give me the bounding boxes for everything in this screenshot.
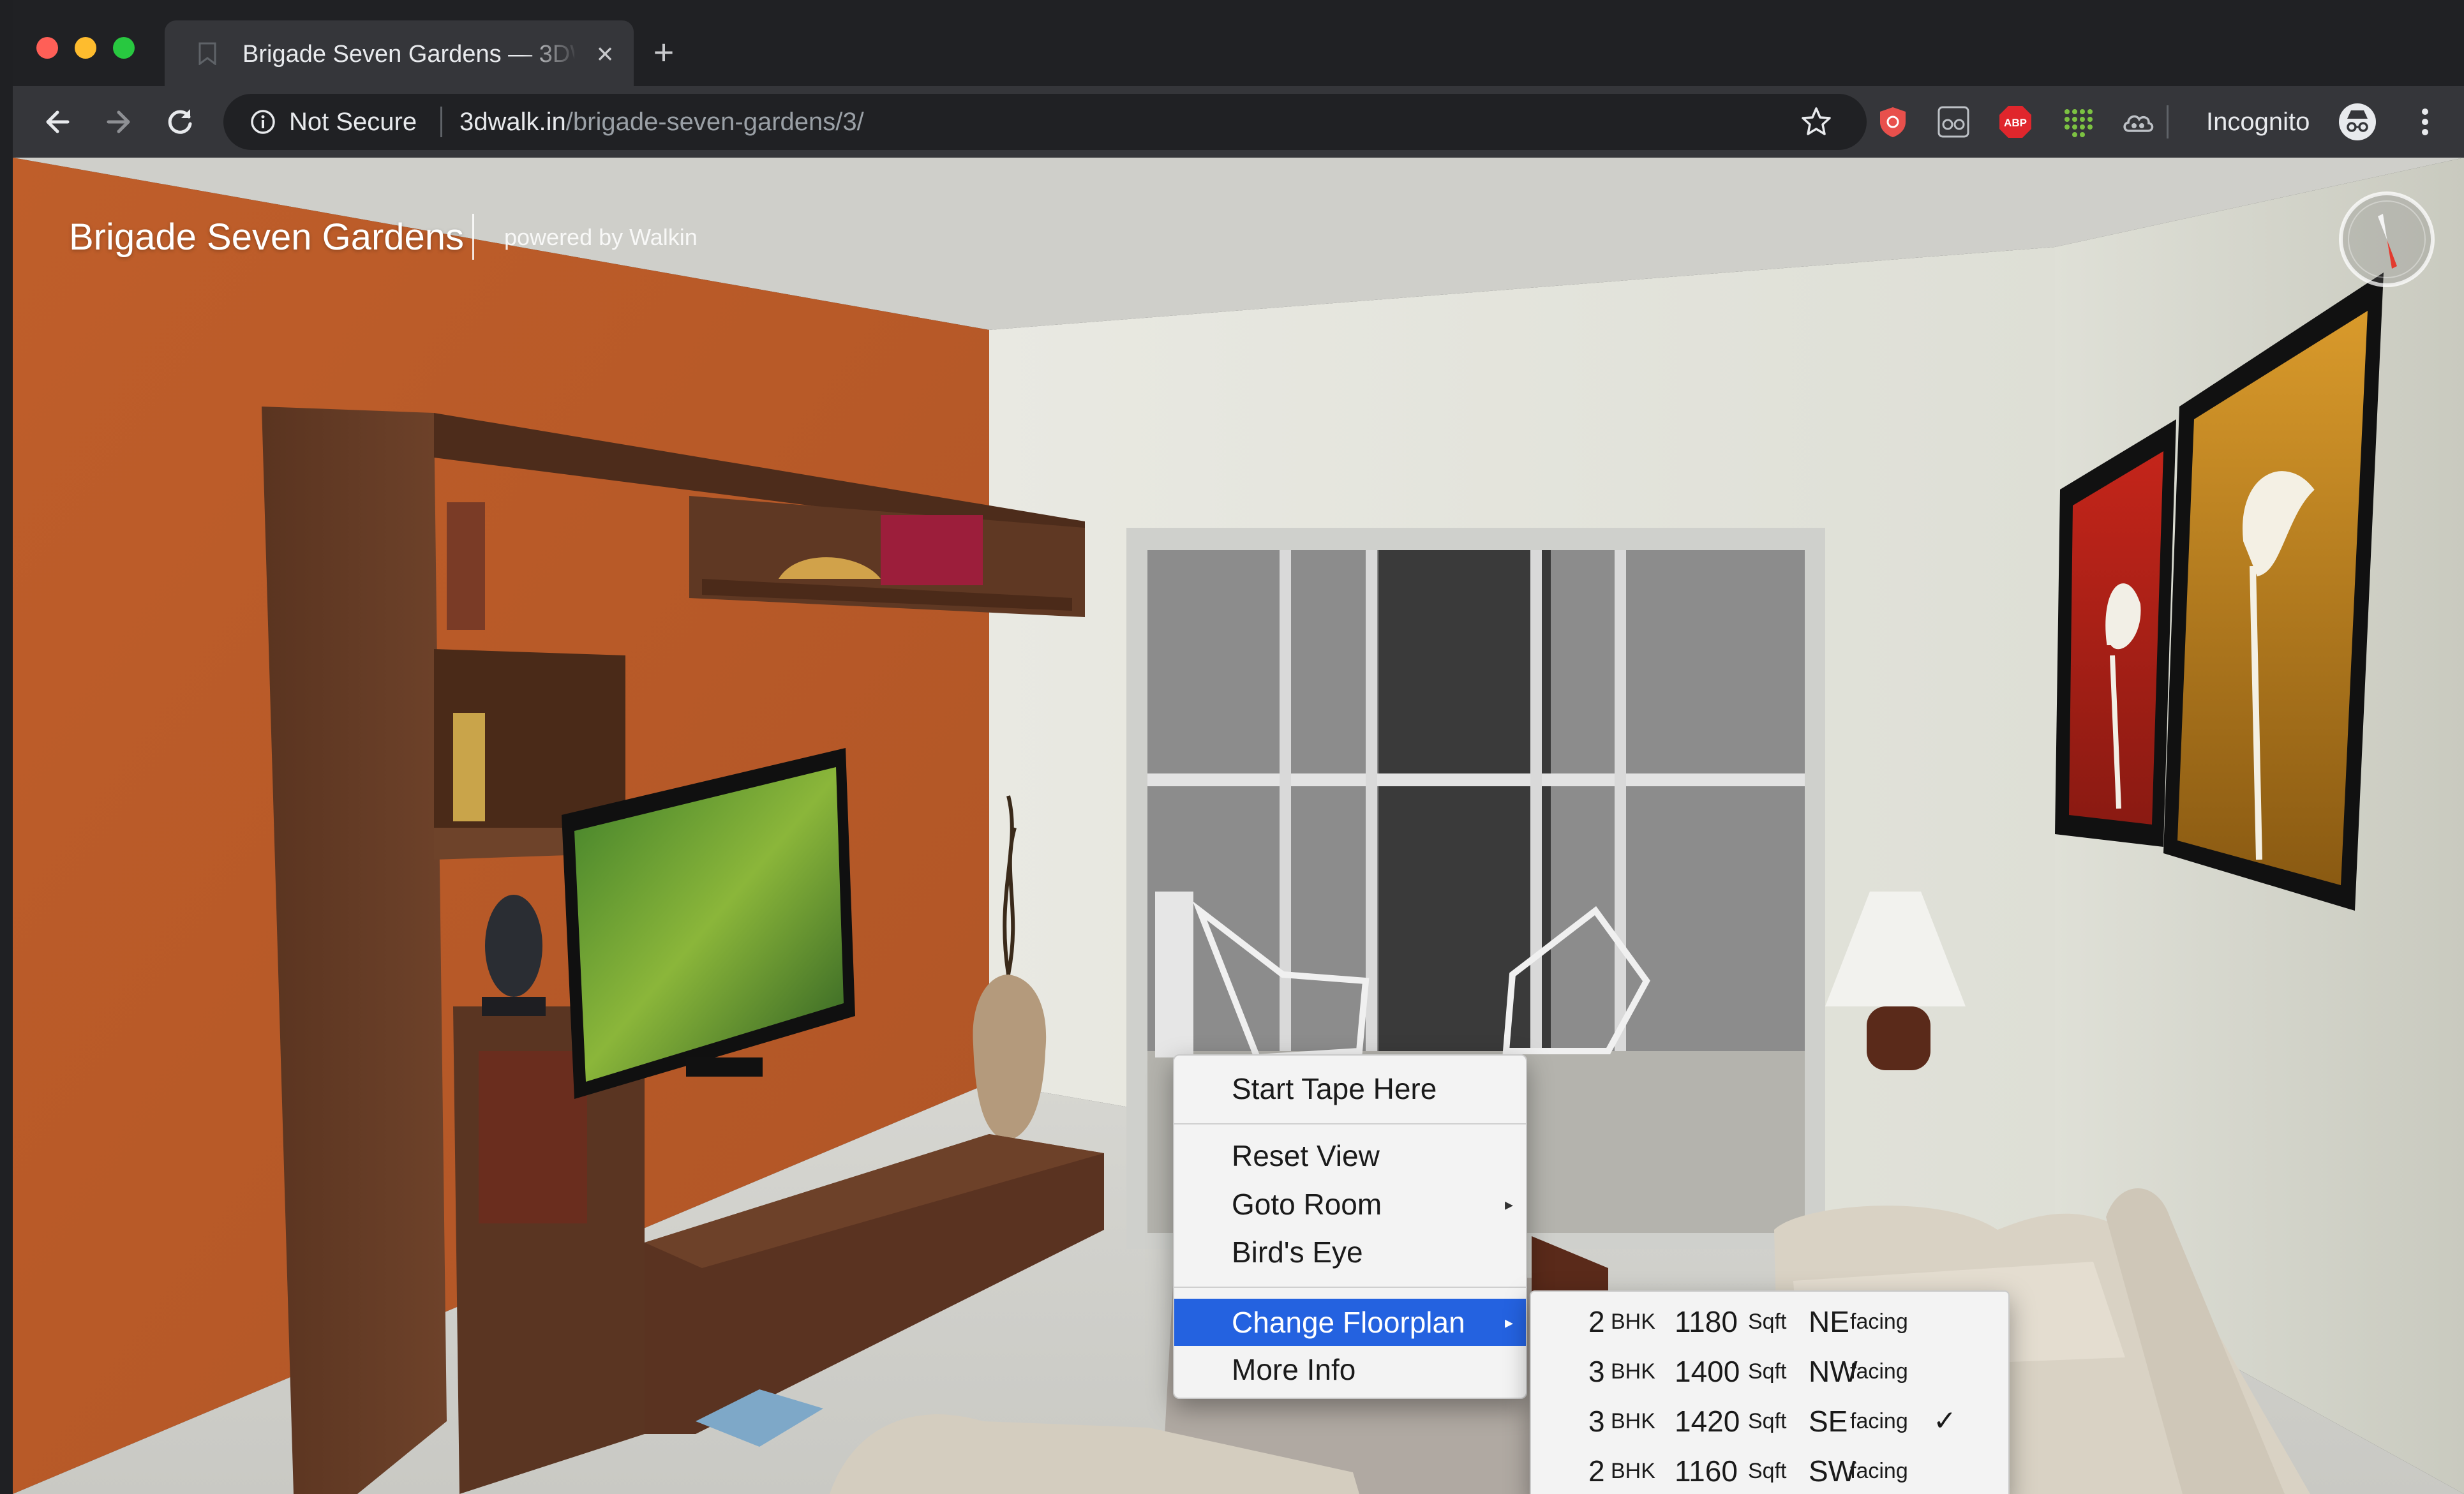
adblock-label: ABP xyxy=(2004,117,2027,129)
project-title: Brigade Seven Gardens xyxy=(69,216,465,258)
floorplan-area-unit: Sqft xyxy=(1748,1409,1787,1433)
floorplan-option[interactable]: 3 BHK 1400 Sqft NW facing xyxy=(1531,1347,2008,1396)
floorplan-direction: NE xyxy=(1809,1305,1849,1338)
menu-item-goto-room[interactable]: Goto Room ▸ xyxy=(1174,1181,1526,1228)
incognito-avatar-icon[interactable] xyxy=(2338,103,2377,141)
floorplan-area-unit: Sqft xyxy=(1748,1310,1787,1334)
shield-extension-icon[interactable] xyxy=(1875,104,1911,140)
floorplan-direction: SE xyxy=(1809,1405,1848,1438)
floorplan-option[interactable]: 2 BHK 1160 Sqft SW facing xyxy=(1531,1446,2008,1494)
minimize-window-button[interactable] xyxy=(75,37,96,59)
floorplan-rooms-unit: BHK xyxy=(1611,1409,1655,1433)
title-divider xyxy=(472,214,474,260)
floorplan-area: 1400 xyxy=(1675,1355,1740,1388)
toolbar-divider xyxy=(2167,105,2169,138)
browser-toolbar: Not Secure 3dwalk.in/brigade-seven-garde… xyxy=(13,86,2464,158)
bookmark-favicon-icon xyxy=(198,42,216,65)
walkthrough-viewport[interactable]: Brigade Seven Gardens powered by Walkin … xyxy=(13,158,2464,1494)
adblock-plus-icon[interactable]: ABP xyxy=(1997,104,2033,140)
forward-arrow-icon[interactable] xyxy=(100,103,138,141)
floorplan-area: 1420 xyxy=(1675,1405,1740,1438)
glasses-extension-icon[interactable] xyxy=(1936,104,1971,140)
menu-item-reset-view-label: Reset View xyxy=(1232,1139,1380,1172)
floorplan-direction-unit: facing xyxy=(1850,1409,1908,1433)
tab-close-button[interactable]: × xyxy=(589,34,621,73)
tab-title-fade xyxy=(522,34,579,73)
menu-item-reset-view[interactable]: Reset View xyxy=(1174,1132,1526,1179)
url-text[interactable]: 3dwalk.in/brigade-seven-gardens/3/ xyxy=(459,94,864,150)
floorplan-area: 1180 xyxy=(1675,1305,1738,1338)
tab-strip: Brigade Seven Gardens — 3DWalk × + xyxy=(13,0,2464,86)
menu-item-change-floorplan-label: Change Floorplan xyxy=(1232,1306,1465,1339)
menu-item-more-info[interactable]: More Info xyxy=(1174,1346,1526,1393)
floorplan-submenu: 2 BHK 1180 Sqft NE facing 3 BHK 1400 Sqf… xyxy=(1530,1290,2010,1494)
maximize-window-button[interactable] xyxy=(113,37,135,59)
back-arrow-icon[interactable] xyxy=(38,103,77,141)
reload-icon[interactable] xyxy=(161,103,199,141)
floorplan-area: 1160 xyxy=(1675,1454,1738,1488)
floorplan-rooms: 3 xyxy=(1588,1405,1605,1438)
powered-by-label[interactable]: powered by Walkin xyxy=(504,221,698,253)
floorplan-area-unit: Sqft xyxy=(1748,1359,1787,1384)
menu-separator xyxy=(1174,1123,1526,1124)
browser-window: Brigade Seven Gardens — 3DWalk × + Not S… xyxy=(13,0,2464,1494)
address-bar-divider xyxy=(440,107,442,137)
compass-icon[interactable] xyxy=(2336,188,2438,290)
floorplan-direction: SW xyxy=(1809,1454,1856,1488)
floorplan-rooms: 2 xyxy=(1588,1305,1605,1338)
floorplan-rooms-unit: BHK xyxy=(1611,1359,1655,1384)
floorplan-direction-unit: facing xyxy=(1850,1359,1908,1384)
address-bar[interactable]: Not Secure 3dwalk.in/brigade-seven-garde… xyxy=(223,94,1867,150)
close-window-button[interactable] xyxy=(36,37,58,59)
incognito-label[interactable]: Incognito xyxy=(2206,86,2310,158)
menu-item-start-tape[interactable]: Start Tape Here xyxy=(1174,1065,1526,1112)
floorplan-area-unit: Sqft xyxy=(1748,1459,1787,1483)
cloud-extension-icon[interactable] xyxy=(2120,104,2156,140)
floorplan-rooms-unit: BHK xyxy=(1611,1459,1655,1483)
floorplan-direction-unit: facing xyxy=(1850,1459,1908,1483)
menu-item-start-tape-label: Start Tape Here xyxy=(1232,1072,1437,1105)
browser-menu-icon[interactable] xyxy=(2412,103,2438,141)
floorplan-option-selected[interactable]: 3 BHK 1420 Sqft SE facing ✓ xyxy=(1531,1396,2008,1446)
menu-separator xyxy=(1174,1287,1526,1288)
browser-tab-active[interactable]: Brigade Seven Gardens — 3DWalk × xyxy=(165,20,634,86)
floorplan-direction-unit: facing xyxy=(1850,1310,1908,1334)
url-host: 3dwalk.in xyxy=(459,108,566,136)
url-path: /brigade-seven-gardens/3/ xyxy=(565,108,864,136)
menu-item-goto-room-label: Goto Room xyxy=(1232,1188,1382,1221)
menu-item-birds-eye[interactable]: Bird's Eye xyxy=(1174,1229,1526,1276)
floorplan-rooms: 3 xyxy=(1588,1355,1605,1388)
floorplan-rooms-unit: BHK xyxy=(1611,1310,1655,1334)
new-tab-button[interactable]: + xyxy=(645,33,683,71)
submenu-arrow-icon: ▸ xyxy=(1504,1313,1513,1332)
bookmark-star-icon[interactable] xyxy=(1800,105,1833,138)
security-status-label[interactable]: Not Secure xyxy=(289,94,417,150)
menu-item-change-floorplan[interactable]: Change Floorplan ▸ xyxy=(1174,1299,1526,1346)
grid-extension-icon[interactable] xyxy=(2059,104,2095,140)
menu-item-more-info-label: More Info xyxy=(1232,1353,1356,1386)
floorplan-option[interactable]: 2 BHK 1180 Sqft NE facing xyxy=(1531,1297,2008,1347)
context-menu: Start Tape Here Reset View Goto Room ▸ B… xyxy=(1173,1054,1527,1399)
info-icon[interactable] xyxy=(250,109,276,135)
submenu-arrow-icon: ▸ xyxy=(1504,1195,1513,1214)
floorplan-rooms: 2 xyxy=(1588,1454,1605,1488)
menu-item-birds-eye-label: Bird's Eye xyxy=(1232,1236,1363,1269)
floorplan-checkmark-icon: ✓ xyxy=(1933,1405,1957,1437)
